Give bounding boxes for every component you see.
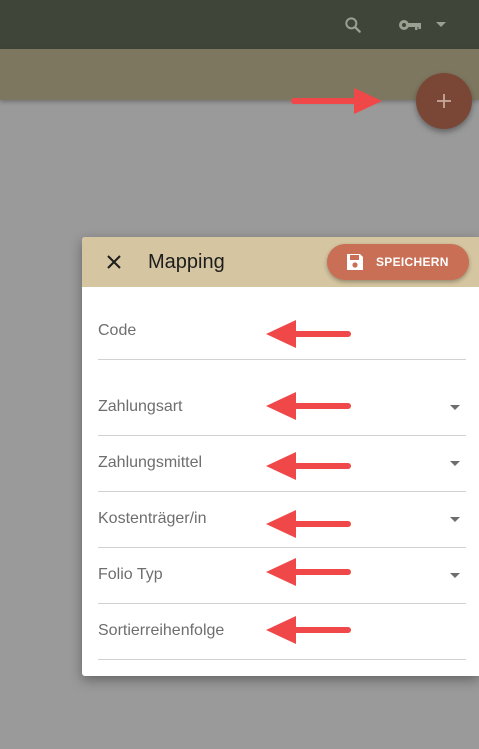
annotation-arrow-left bbox=[266, 510, 351, 538]
chevron-down-icon bbox=[450, 573, 460, 578]
save-icon bbox=[345, 252, 365, 272]
save-button[interactable]: SPEICHERN bbox=[327, 244, 469, 280]
field-label: Zahlungsart bbox=[98, 398, 183, 415]
dialog-header: Mapping SPEICHERN bbox=[82, 237, 479, 287]
chevron-down-icon bbox=[450, 461, 460, 466]
field-label: Zahlungsmittel bbox=[98, 454, 203, 471]
annotation-arrow-left bbox=[266, 320, 351, 348]
close-button[interactable] bbox=[102, 250, 126, 274]
dialog-title: Mapping bbox=[148, 251, 225, 273]
field-label: Sortierreihenfolge bbox=[98, 622, 225, 639]
add-button[interactable] bbox=[416, 73, 472, 129]
chevron-down-icon bbox=[450, 405, 460, 410]
chevron-down-icon[interactable] bbox=[433, 0, 449, 49]
annotation-arrow-left bbox=[266, 392, 351, 420]
save-button-label: SPEICHERN bbox=[376, 255, 449, 269]
chevron-down-icon bbox=[450, 517, 460, 522]
annotation-arrow-left bbox=[266, 558, 351, 586]
plus-icon bbox=[437, 94, 451, 108]
field-label: Code bbox=[98, 322, 137, 339]
close-icon bbox=[107, 255, 121, 269]
field-label: Folio Typ bbox=[98, 566, 163, 583]
secondary-toolbar bbox=[0, 49, 479, 100]
annotation-arrow-left bbox=[266, 616, 351, 644]
field-label: Kostenträger/in bbox=[98, 510, 207, 527]
annotation-arrow-left bbox=[266, 452, 351, 480]
annotation-arrow-right bbox=[291, 88, 382, 114]
search-icon[interactable] bbox=[341, 0, 365, 49]
key-icon[interactable] bbox=[397, 0, 423, 49]
top-app-bar bbox=[0, 0, 479, 49]
